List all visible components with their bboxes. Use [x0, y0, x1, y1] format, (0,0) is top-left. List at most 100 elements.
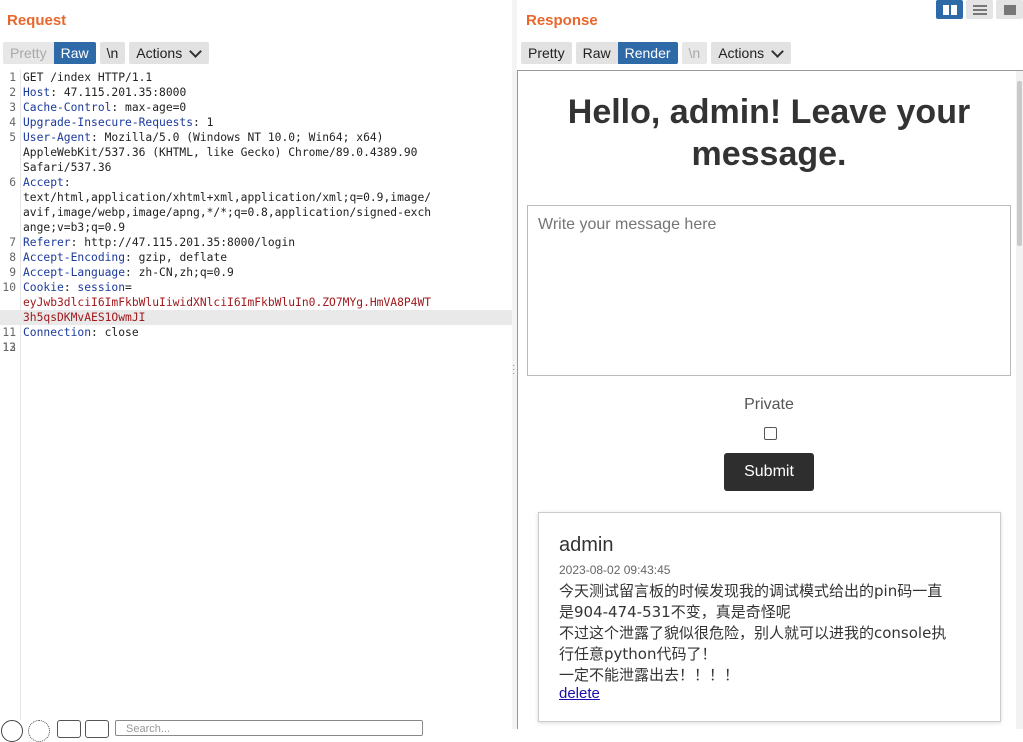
- code-line: 9 Accept-Language: zh-CN,zh;q=0.9: [0, 265, 512, 280]
- chevron-down-icon: [771, 44, 784, 58]
- header-value: : close: [91, 326, 139, 339]
- code-line: eyJwb3dlciI6ImFkbWluIiwidXNlciI6ImFkbWlu…: [0, 295, 512, 310]
- prev-match-button[interactable]: [57, 720, 81, 738]
- response-tab-render[interactable]: Render: [617, 42, 678, 64]
- render-view: Hello, admin! Leave your message. Privat…: [517, 70, 1023, 729]
- header-value: :: [63, 281, 78, 294]
- page-heading: Hello, admin! Leave your message.: [567, 93, 971, 173]
- line-number: 6: [9, 176, 16, 189]
- response-pane: Response Pretty Raw Render \n Actions He…: [517, 0, 1023, 729]
- request-pane: Request Pretty Raw \n Actions 1 GET /inde…: [0, 0, 512, 742]
- request-code: 1 GET /index HTTP/1.1 2 Host: 47.115.201.35…: [0, 70, 512, 354]
- response-tabbar: Pretty Raw Render \n Actions: [521, 42, 795, 64]
- request-editor[interactable]: 1 GET /index HTTP/1.1 2 Host: 47.115.201.35…: [0, 70, 512, 720]
- header-key: Accept-Language: [23, 266, 126, 279]
- header-value: : Mozilla/5.0 (Windows NT 10.0; Win64; x…: [91, 131, 384, 144]
- code-line: 5 User-Agent: Mozilla/5.0 (Windows NT 10.…: [0, 130, 512, 145]
- help-icon[interactable]: [1, 720, 23, 742]
- header-value: text/html,application/xhtml+xml,applicat…: [23, 191, 432, 204]
- header-value: : 47.115.201.35:8000: [50, 86, 187, 99]
- request-actions-label: Actions: [136, 45, 183, 61]
- response-actions-label: Actions: [718, 45, 765, 61]
- code-line: text/html,application/xhtml+xml,applicat…: [0, 190, 512, 205]
- message-line: 今天测试留言板的时候发现我的调试模式给出的pin码一直: [559, 582, 943, 600]
- line-number: 2: [9, 86, 16, 99]
- message-author: admin: [559, 534, 614, 556]
- code-line: 3 Cache-Control: max-age=0: [0, 100, 512, 115]
- code-line: 7 Referer: http://47.115.201.35:8000/logi…: [0, 235, 512, 250]
- header-key: Host: [23, 86, 51, 99]
- line-number: 3: [9, 101, 16, 114]
- code-line: 2 Host: 47.115.201.35:8000: [0, 85, 512, 100]
- header-value: :: [63, 176, 71, 189]
- divider-grip-icon[interactable]: · · ·: [512, 361, 515, 379]
- request-title: Request: [7, 12, 67, 29]
- line-number: 5: [9, 131, 16, 144]
- header-key: User-Agent: [23, 131, 92, 144]
- code-line: 3h5qsDKMvAES1OwmJI: [0, 310, 512, 325]
- header-key: Cache-Control: [23, 101, 112, 114]
- cookie-value: 3h5qsDKMvAES1OwmJI: [23, 311, 146, 324]
- request-tab-newline[interactable]: \n: [99, 42, 126, 64]
- next-match-button[interactable]: [85, 720, 109, 738]
- header-value: Safari/537.36: [23, 161, 112, 174]
- header-value: : zh-CN,zh;q=0.9: [125, 266, 234, 279]
- code-line: 8 Accept-Encoding: gzip, deflate: [0, 250, 512, 265]
- private-label: Private: [744, 396, 794, 413]
- request-search-bar: Search...: [0, 716, 512, 742]
- render-scrollbar[interactable]: [1016, 71, 1023, 729]
- line-number: 1: [9, 71, 16, 84]
- header-key: Accept: [23, 176, 64, 189]
- scrollbar-thumb[interactable]: [1017, 81, 1022, 246]
- response-tab-newline[interactable]: \n: [681, 42, 708, 64]
- cookie-value: eyJwb3dlciI6ImFkbWluIiwidXNlciI6ImFkbWlu…: [23, 296, 432, 309]
- code-line: 6 Accept:: [0, 175, 512, 190]
- header-key: Connection: [23, 326, 92, 339]
- message-line: 不过这个泄露了貌似很危险，别人就可以进我的console执: [559, 624, 947, 642]
- layout-switcher: [933, 0, 1023, 19]
- layout-rows-icon[interactable]: [966, 0, 993, 19]
- line-number: 4: [9, 116, 16, 129]
- submit-button[interactable]: Submit: [724, 453, 814, 491]
- header-key: Accept-Encoding: [23, 251, 126, 264]
- layout-single-icon[interactable]: [996, 0, 1023, 19]
- header-value: ange;v=b3;q=0.9: [23, 221, 126, 234]
- message-line: 行任意python代码了！: [559, 645, 717, 663]
- response-title: Response: [526, 12, 598, 29]
- header-key: Referer: [23, 236, 71, 249]
- code-line: 10 Cookie: session=: [0, 280, 512, 295]
- search-input[interactable]: Search...: [115, 720, 423, 736]
- line-number: 13: [2, 341, 16, 354]
- request-tabbar: Pretty Raw \n Actions: [3, 42, 213, 64]
- header-value: : http://47.115.201.35:8000/login: [70, 236, 296, 249]
- private-checkbox[interactable]: [764, 427, 777, 440]
- response-tab-raw[interactable]: Raw: [575, 42, 618, 64]
- header-value: =: [125, 281, 132, 294]
- message-timestamp: 2023-08-02 09:43:45: [559, 563, 671, 577]
- delete-link[interactable]: delete: [559, 685, 600, 702]
- message-textarea[interactable]: [527, 205, 1011, 376]
- code-line: ange;v=b3;q=0.9: [0, 220, 512, 235]
- request-tab-raw[interactable]: Raw: [53, 42, 96, 64]
- message-card: admin 2023-08-02 09:43:45 今天测试留言板的时候发现我的…: [538, 512, 1001, 722]
- line-number: 11: [2, 326, 16, 339]
- response-tab-pretty[interactable]: Pretty: [521, 42, 572, 64]
- header-key: session: [77, 281, 126, 294]
- code-line: AppleWebKit/537.36 (KHTML, like Gecko) C…: [0, 145, 512, 160]
- request-tab-pretty[interactable]: Pretty: [3, 42, 54, 64]
- header-value: avif,image/webp,image/apng,*/*;q=0.8,app…: [23, 206, 432, 219]
- gear-icon[interactable]: [28, 720, 50, 742]
- response-actions-menu[interactable]: Actions: [711, 42, 792, 64]
- header-key: Upgrade-Insecure-Requests: [23, 116, 194, 129]
- code-line: 4 Upgrade-Insecure-Requests: 1: [0, 115, 512, 130]
- header-value: AppleWebKit/537.36 (KHTML, like Gecko) C…: [23, 146, 418, 159]
- header-value: GET /index HTTP/1.1: [23, 71, 153, 84]
- layout-split-icon[interactable]: [936, 0, 963, 19]
- header-value: : 1: [193, 116, 214, 129]
- line-number: 7: [9, 236, 16, 249]
- line-number: 9: [9, 266, 16, 279]
- request-actions-menu[interactable]: Actions: [129, 42, 210, 64]
- header-key: Cookie: [23, 281, 64, 294]
- message-body: 今天测试留言板的时候发现我的调试模式给出的pin码一直 是904-474-531…: [559, 581, 979, 686]
- line-number: 8: [9, 251, 16, 264]
